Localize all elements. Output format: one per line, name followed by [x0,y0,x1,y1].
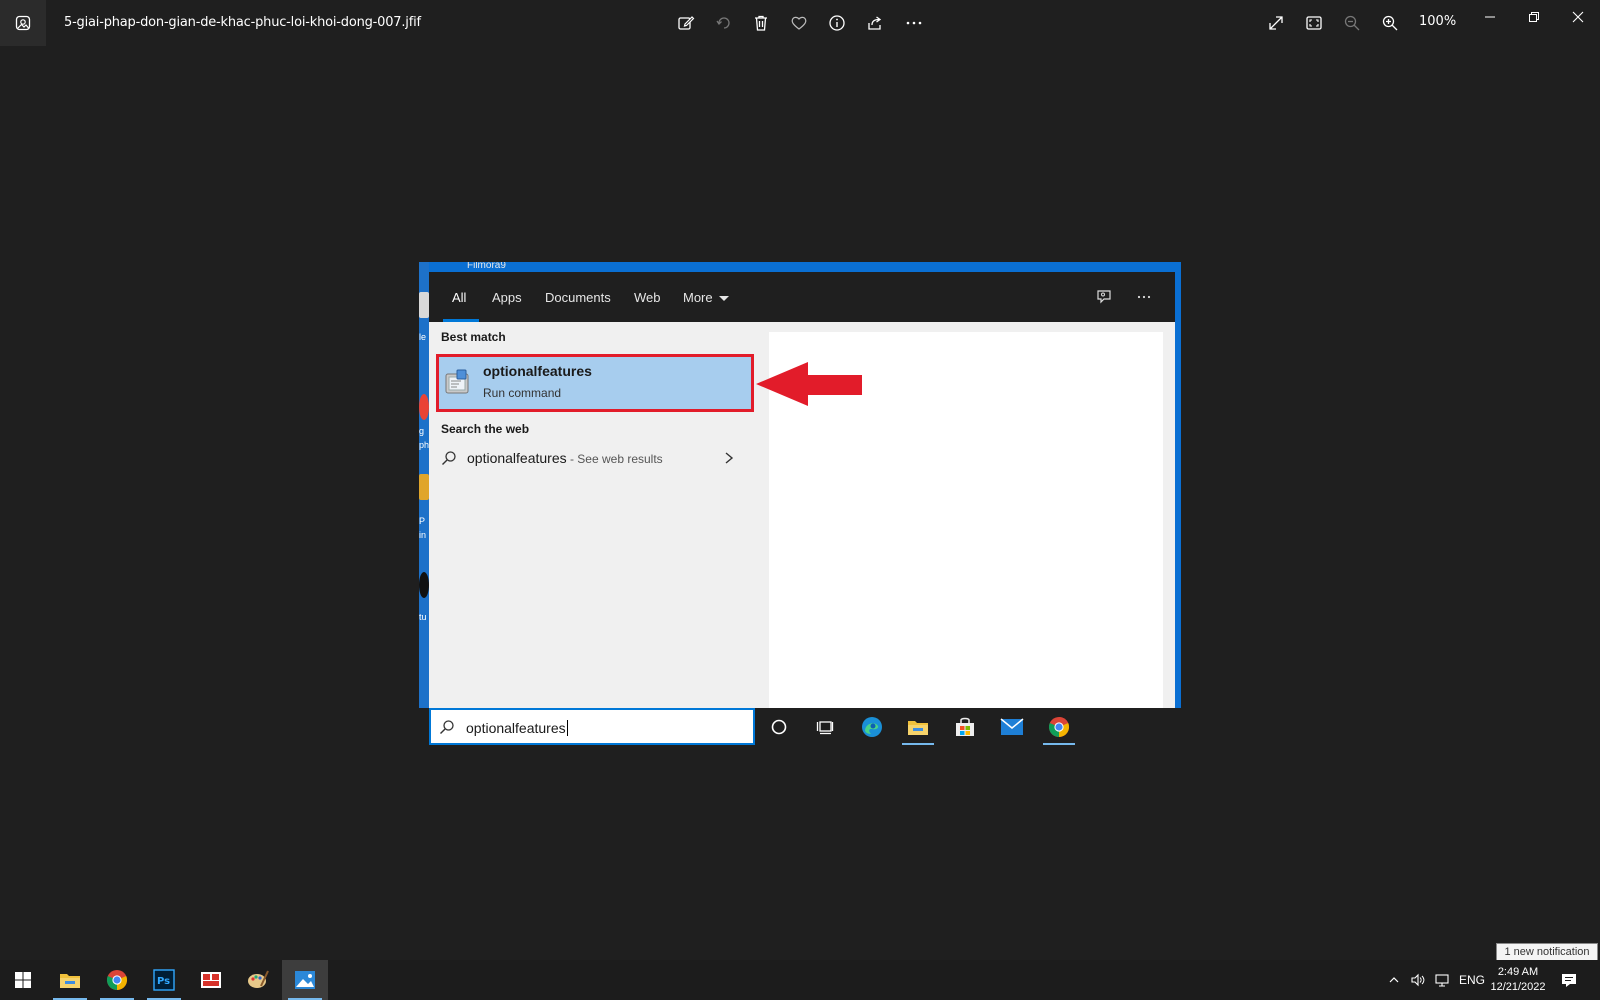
search-input[interactable]: optionalfeatures [429,708,755,745]
best-match-subtitle: Run command [483,386,562,400]
text-cursor [566,720,568,736]
zoom-level[interactable]: 100% [1419,14,1456,29]
photos-titlebar: 5-giai-phap-don-gian-de-khac-phuc-loi-kh… [0,0,1600,46]
edit-icon[interactable] [675,12,697,34]
search-web-heading: Search the web [441,422,530,436]
desktop-label: tu [419,612,427,622]
share-icon[interactable] [864,12,886,34]
close-icon[interactable] [1567,6,1589,28]
minimize-icon[interactable] [1479,6,1501,28]
best-match-heading: Best match [441,330,506,344]
show-hidden-icons[interactable] [1388,960,1400,1000]
action-center-icon[interactable] [1546,960,1592,1000]
chrome-icon[interactable] [1041,711,1077,745]
tab-apps[interactable]: Apps [492,290,522,305]
store-icon[interactable] [947,711,983,743]
clock-time: 2:49 AM [1497,966,1539,978]
tab-more[interactable]: More [683,290,729,305]
desktop-edge: le g ph P in tu [419,262,429,745]
language-indicator[interactable]: ENG [1459,960,1485,1000]
delete-icon[interactable] [750,12,772,34]
info-icon[interactable] [826,12,848,34]
more-icon[interactable] [903,12,925,34]
annotation-arrow [756,362,862,406]
app-taskbar-icon[interactable] [188,960,234,1000]
displayed-image: Filmora9 le g ph P in tu All Apps Docume… [419,262,1181,745]
desktop-label: P [419,516,426,526]
web-result-text: optionalfeatures - See web results [467,450,663,466]
search-icon [441,450,457,466]
restore-icon[interactable] [1523,6,1545,28]
desktop-label: in [419,530,427,540]
desktop-chrome-icon [419,394,429,420]
file-name: 5-giai-phap-don-gian-de-khac-phuc-loi-kh… [64,15,421,30]
rotate-icon[interactable] [713,12,735,34]
tab-documents[interactable]: Documents [545,290,611,305]
search-value: optionalfeatures [466,720,566,736]
file-explorer-taskbar-icon[interactable] [47,960,93,1000]
notification-tooltip: 1 new notification [1496,943,1598,961]
svg-text:Ps: Ps [157,976,170,987]
desktop-label: ph [419,440,430,450]
windows-taskbar: Ps ENG 2:49 AM 12/21/2022 [0,960,1600,1000]
options-icon[interactable] [1133,286,1155,308]
best-match-result[interactable]: optionalfeatures Run command [436,354,754,412]
desktop-label: g [419,426,425,436]
mail-icon[interactable] [994,711,1030,743]
best-match-title: optionalfeatures [483,363,592,379]
photos-taskbar-icon[interactable] [282,960,328,1000]
photoshop-taskbar-icon[interactable]: Ps [141,960,187,1000]
inner-taskbar: optionalfeatures [419,708,1181,745]
volume-icon[interactable] [1410,960,1426,1000]
desktop-label: le [419,332,427,342]
task-view-icon[interactable] [807,711,843,743]
edge-icon[interactable] [854,711,890,743]
windows-logo-icon [15,972,31,988]
web-result-term: optionalfeatures [467,450,567,466]
tab-web[interactable]: Web [634,290,661,305]
chevron-up-icon [1389,977,1399,983]
fullscreen-icon[interactable] [1265,12,1287,34]
cortana-icon[interactable] [761,711,797,743]
chevron-right-icon[interactable] [722,450,736,466]
network-icon[interactable] [1434,960,1450,1000]
search-tabs: All Apps Documents Web More [429,272,1175,322]
favorite-icon[interactable] [788,12,810,34]
photos-app-icon[interactable] [0,0,46,46]
fit-icon[interactable] [1303,12,1325,34]
desktop-app-icon [419,292,429,318]
system-clock[interactable]: 2:49 AM 12/21/2022 [1486,965,1550,995]
paint-taskbar-icon[interactable] [235,960,281,1000]
file-explorer-icon[interactable] [900,711,936,745]
desktop-app-icon [419,474,429,500]
search-input-value: optionalfeatures [466,720,568,736]
web-search-result[interactable]: optionalfeatures - See web results [429,444,759,474]
tab-more-label: More [683,290,713,305]
search-panel: All Apps Documents Web More Best match o… [429,272,1175,708]
feedback-icon[interactable] [1093,286,1115,308]
chrome-taskbar-icon[interactable] [94,960,140,1000]
image-top-label: Filmora9 [467,262,506,271]
desktop-app-icon [419,572,429,598]
zoom-in-icon[interactable] [1379,12,1401,34]
clock-date: 12/21/2022 [1490,981,1546,993]
start-button[interactable] [0,960,46,1000]
tab-all[interactable]: All [452,290,466,305]
search-icon [439,719,455,735]
zoom-out-icon[interactable] [1341,12,1363,34]
run-command-icon [443,367,473,397]
chevron-down-icon [718,296,729,302]
web-result-hint: - See web results [566,452,663,466]
